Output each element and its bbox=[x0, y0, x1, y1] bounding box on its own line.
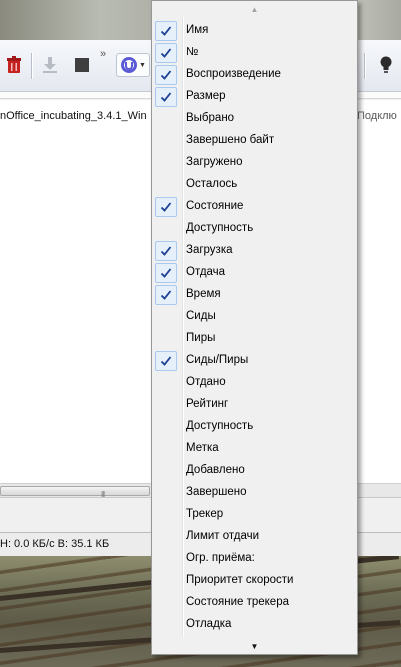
toolbar-separator bbox=[31, 53, 32, 79]
double-chevron-icon: » bbox=[99, 48, 107, 60]
menu-item-label: Сиды bbox=[186, 310, 216, 322]
menu-item-label: Приоритет скорости bbox=[186, 574, 294, 586]
menu-item[interactable]: Воспроизведение bbox=[152, 64, 357, 86]
menu-item[interactable]: Завершено bbox=[152, 482, 357, 504]
menu-item[interactable]: Время bbox=[152, 284, 357, 306]
menu-item[interactable]: Трекер bbox=[152, 504, 357, 526]
menu-item-label: Осталось bbox=[186, 178, 238, 190]
menu-item-label: Огр. приёма: bbox=[186, 552, 255, 564]
torrent-name[interactable]: nOffice_incubating_3.4.1_Win bbox=[0, 110, 147, 122]
menu-item-label: Состояние bbox=[186, 200, 244, 212]
menu-item[interactable]: Размер bbox=[152, 86, 357, 108]
menu-item[interactable]: Огр. приёма: bbox=[152, 548, 357, 570]
menu-item[interactable]: Приоритет скорости bbox=[152, 570, 357, 592]
menu-item[interactable]: Выбрано bbox=[152, 108, 357, 130]
menu-item[interactable]: Добавлено bbox=[152, 460, 357, 482]
download-icon bbox=[43, 57, 57, 73]
menu-item-label: Трекер bbox=[186, 508, 224, 520]
stop-button[interactable] bbox=[70, 53, 94, 77]
checkmark-icon bbox=[155, 263, 177, 283]
menu-item[interactable]: Отдача bbox=[152, 262, 357, 284]
delete-button[interactable] bbox=[2, 53, 26, 77]
menu-item-label: Воспроизведение bbox=[186, 68, 281, 80]
menu-item-label: Загружено bbox=[186, 156, 243, 168]
menu-item-label: Лимит отдачи bbox=[186, 530, 260, 542]
checkmark-icon bbox=[155, 65, 177, 85]
checkmark-icon bbox=[155, 197, 177, 217]
menu-item[interactable]: Доступность bbox=[152, 218, 357, 240]
lightbulb-icon bbox=[380, 56, 392, 73]
checkmark-icon bbox=[155, 87, 177, 107]
menu-item[interactable]: Сиды bbox=[152, 306, 357, 328]
column-chooser-menu: ▲ Имя № Воспроизведение Размер Выбрано Заверш… bbox=[151, 0, 358, 655]
menu-item-label: Доступность bbox=[186, 222, 254, 234]
menu-item[interactable]: Состояние bbox=[152, 196, 357, 218]
menu-item[interactable]: Завершено байт bbox=[152, 130, 357, 152]
checkmark-icon bbox=[155, 351, 177, 371]
menu-item[interactable]: Сиды/Пиры bbox=[152, 350, 357, 372]
remote-button[interactable]: ▼ bbox=[116, 53, 150, 77]
menu-item-label: Метка bbox=[186, 442, 219, 454]
menu-item-label: № bbox=[186, 46, 199, 58]
menu-item-label: Отдача bbox=[186, 266, 226, 278]
menu-item-label: Имя bbox=[186, 24, 209, 36]
checkmark-icon bbox=[155, 43, 177, 63]
menu-item-label: Доступность bbox=[186, 420, 254, 432]
chevron-down-icon: ▼ bbox=[139, 61, 146, 69]
download-button[interactable] bbox=[38, 53, 62, 77]
scrollbar-thumb[interactable]: ||| bbox=[0, 486, 150, 499]
menu-item[interactable]: Лимит отдачи bbox=[152, 526, 357, 548]
triangle-up-icon: ▲ bbox=[250, 4, 259, 14]
menu-item-label: Выбрано bbox=[186, 112, 235, 124]
menu-item[interactable]: Пиры bbox=[152, 328, 357, 350]
menu-item-label: Отладка bbox=[186, 618, 232, 630]
menu-scroll-up-button[interactable]: ▲ bbox=[152, 1, 357, 17]
menu-item-label: Состояние трекера bbox=[186, 596, 289, 608]
menu-item[interactable]: Метка bbox=[152, 438, 357, 460]
column-overflow-text: Подклю bbox=[357, 110, 397, 122]
triangle-down-icon: ▼ bbox=[250, 641, 259, 651]
trash-icon bbox=[7, 56, 21, 73]
menu-item[interactable]: Загружено bbox=[152, 152, 357, 174]
menu-item[interactable]: Доступность bbox=[152, 416, 357, 438]
menu-item[interactable]: № bbox=[152, 42, 357, 64]
menu-item[interactable]: Отдано bbox=[152, 372, 357, 394]
checkmark-icon bbox=[155, 241, 177, 261]
menu-item[interactable]: Состояние трекера bbox=[152, 592, 357, 614]
menu-scroll-down-button[interactable]: ▼ bbox=[152, 638, 357, 654]
tips-button[interactable] bbox=[374, 53, 398, 77]
overflow-button[interactable]: » bbox=[96, 47, 110, 61]
menu-item-label: Завершено байт bbox=[186, 134, 275, 146]
transfer-status: Н: 0.0 КБ/с В: 35.1 КБ bbox=[0, 538, 110, 550]
menu-item[interactable]: Отладка bbox=[152, 614, 357, 636]
menu-item[interactable]: Рейтинг bbox=[152, 394, 357, 416]
stop-icon bbox=[75, 58, 89, 72]
menu-item[interactable]: Имя bbox=[152, 20, 357, 42]
menu-item-label: Отдано bbox=[186, 376, 226, 388]
utorrent-icon bbox=[121, 57, 138, 73]
checkmark-icon bbox=[155, 21, 177, 41]
menu-item-label: Завершено bbox=[186, 486, 247, 498]
menu-item-label: Добавлено bbox=[186, 464, 245, 476]
menu-item-label: Размер bbox=[186, 90, 226, 102]
menu-item-label: Время bbox=[186, 288, 221, 300]
menu-item[interactable]: Осталось bbox=[152, 174, 357, 196]
menu-item-label: Загрузка bbox=[186, 244, 233, 256]
checkmark-icon bbox=[155, 285, 177, 305]
toolbar-separator bbox=[364, 53, 365, 79]
menu-item[interactable]: Загрузка bbox=[152, 240, 357, 262]
menu-item-label: Сиды/Пиры bbox=[186, 354, 249, 366]
menu-item-label: Рейтинг bbox=[186, 398, 229, 410]
menu-item-label: Пиры bbox=[186, 332, 216, 344]
